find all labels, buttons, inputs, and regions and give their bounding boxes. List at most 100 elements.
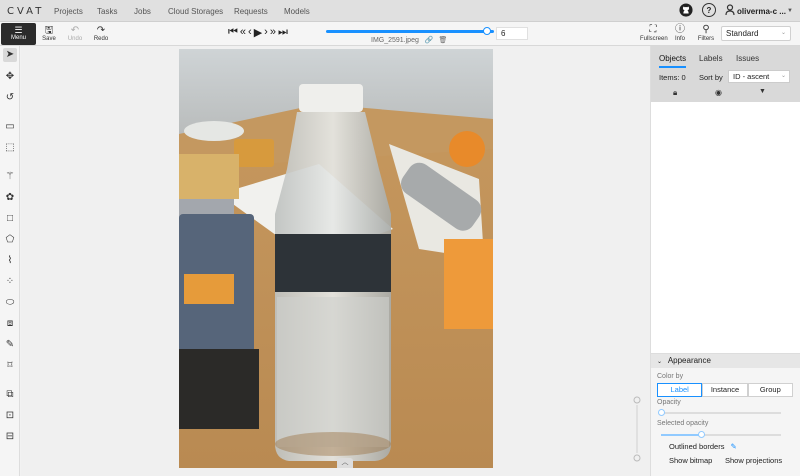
step-backward-icon[interactable]: « [240, 26, 246, 39]
items-count: Items: 0 [659, 73, 686, 82]
opencv-icon[interactable]: ✿ [3, 191, 17, 205]
player-controls: ⏮ « ‹ ▶ › » ⏭ [228, 26, 288, 39]
sort-by-label: Sort by [699, 73, 723, 82]
play-icon[interactable]: ▶ [254, 26, 262, 39]
filters-label: Filters [697, 36, 715, 42]
nav-jobs[interactable]: Jobs [134, 7, 151, 16]
step-forward-icon[interactable]: » [270, 26, 276, 39]
lock-icon[interactable]: 🔒︎ [673, 88, 677, 98]
menu-button[interactable]: ☰ Menu [1, 23, 36, 45]
eye-icon[interactable]: ◉ [715, 88, 722, 97]
save-icon: 🖫 [44, 25, 54, 36]
redo-button[interactable]: ↷ Redo [89, 25, 113, 42]
magic-wand-icon[interactable]: ⚚ [3, 170, 17, 184]
help-icon[interactable]: ? [702, 3, 716, 17]
top-navigation: CVAT Projects Tasks Jobs Cloud Storages … [0, 0, 800, 22]
collapse-icon: ⌄ [657, 359, 663, 365]
brush-icon[interactable]: ✎ [3, 338, 17, 352]
fit-image-icon[interactable]: ▭ [3, 120, 17, 134]
first-frame-icon[interactable]: ⏮ [228, 26, 238, 39]
frame-image[interactable] [179, 49, 493, 468]
fullscreen-button[interactable]: ⛶ Fullscreen [640, 24, 668, 42]
filter-icon: ⚲ [702, 24, 710, 35]
appearance-header[interactable]: ⌄ Appearance [651, 354, 800, 368]
show-projections-checkbox[interactable]: Show projections [725, 456, 782, 465]
color-by-group-option[interactable]: Group [747, 383, 793, 397]
show-bitmap-checkbox[interactable]: Show bitmap [669, 456, 712, 465]
tag-icon[interactable]: ⌑ [3, 359, 17, 373]
user-dropdown-icon[interactable]: ▼ [787, 8, 793, 14]
tab-issues[interactable]: Issues [736, 54, 759, 63]
pencil-icon[interactable]: ✎ [731, 442, 737, 451]
info-icon: ⓘ [675, 24, 685, 35]
collapse-handle-icon[interactable]: ︿ [337, 458, 353, 468]
redo-label: Redo [93, 36, 109, 42]
polyline-icon[interactable]: ⌇ [3, 254, 17, 268]
frame-number-input[interactable]: 6 [496, 27, 528, 40]
color-by-label: Color by [657, 373, 684, 380]
info-button[interactable]: ⓘ Info [667, 24, 693, 42]
nav-projects[interactable]: Projects [54, 7, 83, 16]
copy-link-icon[interactable]: 🔗 [425, 37, 434, 44]
color-by-label-option[interactable]: Label [657, 383, 703, 397]
workspace-select[interactable]: Standard ⌄ [721, 26, 791, 41]
tab-objects[interactable]: Objects [659, 54, 687, 68]
ellipse-icon[interactable]: ⬭ [3, 296, 17, 310]
selected-opacity-label: Selected opacity [657, 420, 709, 427]
selected-opacity-handle[interactable] [697, 431, 705, 438]
nav-requests[interactable]: Requests [234, 7, 268, 16]
undo-button[interactable]: ↶ Undo [63, 25, 87, 42]
opacity-handle[interactable] [658, 409, 665, 416]
nav-cloud-storages[interactable]: Cloud Storages [168, 7, 223, 16]
opacity-track [661, 412, 781, 414]
split-icon[interactable]: ⊟ [3, 430, 17, 444]
delete-frame-icon[interactable]: 🗑 [439, 37, 448, 44]
cuboid-icon[interactable]: ⧈ [3, 317, 17, 331]
filename-text: IMG_2591.jpeg [371, 37, 419, 44]
outlined-borders-checkbox[interactable]: Outlined borders ✎ [669, 442, 737, 451]
save-button[interactable]: 🖫 Save [37, 25, 61, 42]
objects-sidebar: Objects Labels Issues Items: 0 Sort by I… [650, 46, 800, 476]
points-icon[interactable]: ⁘ [3, 275, 17, 289]
redo-icon: ↷ [96, 25, 106, 36]
color-by-group: Label Instance Group [657, 383, 793, 397]
polygon-icon[interactable]: ⬠ [3, 233, 17, 247]
frame-slider[interactable] [326, 27, 494, 35]
hamburger-icon: ☰ [14, 25, 23, 35]
user-name[interactable]: oliverma-c ... [737, 7, 786, 16]
workspace-value: Standard [726, 29, 759, 38]
frame-filename: IMG_2591.jpeg 🔗 🗑 [371, 36, 447, 44]
nav-tasks[interactable]: Tasks [97, 7, 117, 16]
nav-models[interactable]: Models [284, 7, 310, 16]
previous-frame-icon[interactable]: ‹ [248, 26, 252, 39]
github-icon[interactable] [679, 3, 693, 19]
fullscreen-icon: ⛶ [649, 24, 657, 35]
merge-icon[interactable]: ⧉ [3, 388, 17, 402]
menu-label: Menu [10, 35, 26, 41]
rectangle-icon[interactable]: □ [3, 212, 17, 226]
tab-labels[interactable]: Labels [699, 54, 723, 63]
sort-select[interactable]: ID - ascent ⌄ [728, 70, 790, 83]
cvat-logo[interactable]: CVAT [7, 6, 44, 17]
caret-down-icon[interactable]: ▼ [759, 88, 766, 95]
chevron-down-icon: ⌄ [780, 73, 786, 79]
last-frame-icon[interactable]: ⏭ [278, 26, 288, 39]
fullscreen-label: Fullscreen [640, 36, 668, 42]
frame-slider-handle[interactable] [483, 27, 492, 35]
selected-opacity-fill [661, 434, 701, 436]
next-frame-icon[interactable]: › [264, 26, 268, 39]
filters-button[interactable]: ⚲ Filters [693, 24, 719, 42]
undo-icon: ↶ [70, 25, 80, 36]
color-by-instance-option[interactable]: Instance [702, 383, 748, 397]
selected-opacity-slider[interactable] [661, 431, 781, 438]
zoom-region-icon[interactable]: ⬚ [3, 141, 17, 155]
opacity-slider[interactable] [658, 409, 781, 416]
rotate-icon[interactable]: ↺ [3, 91, 17, 105]
cursor-icon[interactable]: ➤ [3, 48, 17, 62]
user-icon[interactable] [725, 4, 735, 18]
info-label: Info [674, 36, 685, 42]
move-icon[interactable]: ✥ [3, 70, 17, 84]
appearance-title: Appearance [667, 356, 711, 365]
group-icon[interactable]: ⊡ [3, 409, 17, 423]
zoom-control[interactable] [633, 396, 641, 462]
